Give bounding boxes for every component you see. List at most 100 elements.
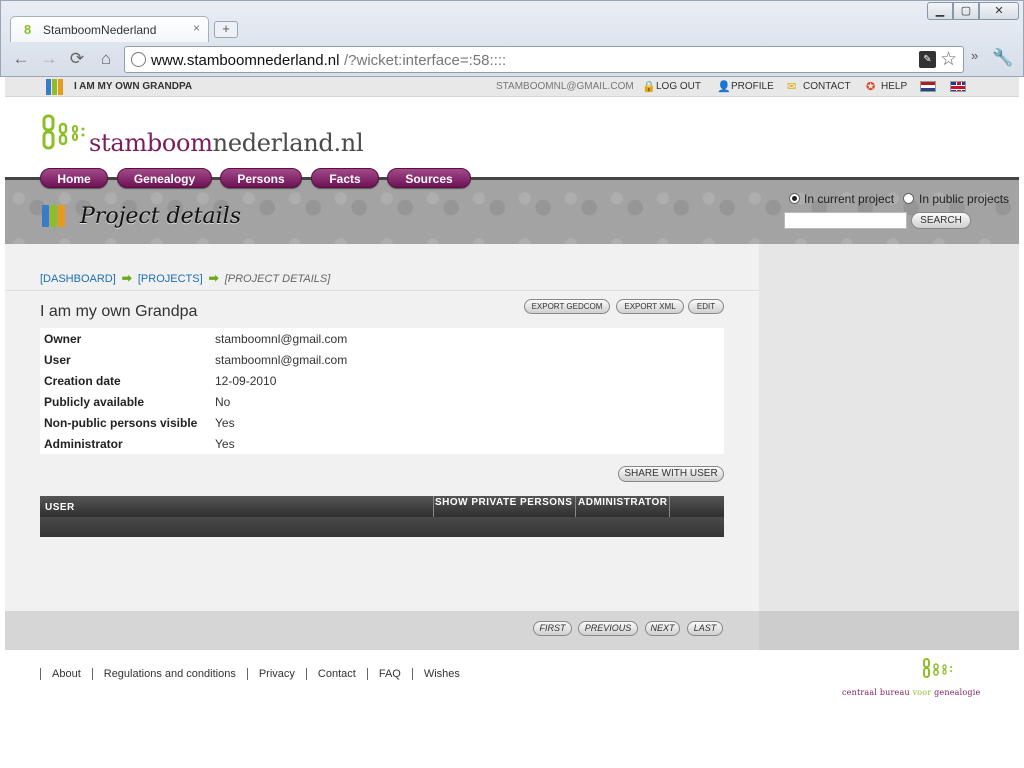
current-project-label[interactable]: I AM MY OWN GRANDPA — [74, 81, 192, 92]
footer-link-privacy[interactable]: Privacy — [246, 668, 306, 680]
edit-button[interactable]: EDIT — [688, 299, 724, 314]
window-minimize-button[interactable]: ▁ — [927, 2, 953, 20]
browser-tab[interactable]: 8 StamboomNederland × — [10, 16, 209, 42]
breadcrumb-projects[interactable]: [PROJECTS] — [138, 273, 203, 285]
footer-link-wishes[interactable]: Wishes — [411, 668, 471, 680]
table-row — [40, 517, 724, 537]
site-logo-text[interactable]: stamboomnederland.nl — [89, 129, 364, 157]
bookmark-star-icon[interactable]: ☆ — [940, 48, 957, 71]
nav-home[interactable]: Home — [40, 168, 108, 188]
users-table: USER SHOW PRIVATE PERSONS ADMINISTRATOR — [40, 496, 724, 537]
tab-close-icon[interactable]: × — [193, 21, 200, 35]
radio-current-project[interactable] — [789, 193, 800, 204]
dutch-flag-icon[interactable] — [920, 81, 936, 92]
pager-previous-button[interactable]: PREVIOUS — [578, 621, 638, 636]
reload-icon[interactable]: ⟳ — [67, 49, 87, 69]
pager-first-button[interactable]: FIRST — [533, 621, 572, 636]
detail-value: No — [215, 395, 231, 409]
browser-chrome: 8 StamboomNederland × + ▁ ▢ ✕ ← → ⟳ ⌂ ww… — [0, 0, 1024, 77]
detail-row: User stamboomnl@gmail.com — [40, 349, 724, 370]
footer-link-faq[interactable]: FAQ — [366, 668, 412, 680]
export-gedcom-button[interactable]: EXPORT GEDCOM — [524, 299, 610, 314]
profile-icon: 👤 — [717, 81, 731, 93]
detail-label: Non-public persons visible — [44, 416, 198, 430]
pager-last-button[interactable]: LAST — [687, 621, 723, 636]
detail-row: Creation date 12-09-2010 — [40, 370, 724, 391]
footer-link-contact[interactable]: Contact — [305, 668, 367, 680]
help-link[interactable]: HELP — [881, 81, 907, 92]
books-icon — [46, 79, 66, 95]
nav-facts[interactable]: Facts — [311, 168, 379, 188]
detail-row: Administrator Yes — [40, 433, 724, 454]
radio-public-projects[interactable] — [903, 193, 914, 204]
export-xml-button[interactable]: EXPORT XML — [616, 299, 684, 314]
search-input[interactable] — [784, 212, 907, 229]
user-email: STAMBOOMNL@GMAIL.COM — [496, 81, 634, 92]
cbg-logo-icon[interactable] — [922, 657, 962, 681]
project-title: I am my own Grandpa — [40, 303, 198, 320]
detail-row: Non-public persons visible Yes — [40, 412, 724, 433]
nav-sources[interactable]: Sources — [387, 168, 471, 188]
breadcrumb: [DASHBOARD] ➡ [PROJECTS] ➡ [PROJECT DETAILS] — [40, 271, 330, 285]
url-path: /?wicket:interface=:58:::: — [344, 52, 507, 69]
lock-icon: 🔒 — [642, 81, 656, 93]
pager-sidebar — [759, 611, 1019, 650]
col-user[interactable]: USER — [40, 496, 434, 517]
url-host: www.stamboomnederland.nl — [151, 52, 340, 69]
footer-links: About Regulations and conditions Privacy Co… — [40, 668, 471, 680]
search-button[interactable]: SEARCH — [911, 212, 971, 229]
cbg-text-part3: genealogie — [934, 688, 981, 697]
window-close-button[interactable]: ✕ — [979, 2, 1019, 20]
logo-text-part1: stamboom — [89, 129, 213, 157]
page-action-icon[interactable]: ✎ — [919, 51, 936, 68]
detail-label: User — [44, 353, 71, 367]
divider — [5, 290, 759, 291]
favicon-icon: 8 — [24, 22, 32, 37]
main-content: [DASHBOARD] ➡ [PROJECTS] ➡ [PROJECT DETAILS]… — [5, 244, 759, 611]
cbg-logo-text[interactable]: centraal bureau voor genealogie — [842, 688, 980, 697]
pager-next-button[interactable]: NEXT — [645, 621, 680, 636]
project-details-table: Owner stamboomnl@gmail.com User stamboom… — [40, 328, 724, 454]
arrow-right-icon: ➡ — [121, 271, 132, 285]
mail-icon: ✉ — [787, 81, 797, 93]
nav-persons[interactable]: Persons — [220, 168, 302, 188]
browser-toolbar: ← → ⟳ ⌂ www.stamboomnederland.nl /?wicke… — [1, 42, 1024, 76]
nav-genealogy[interactable]: Genealogy — [117, 168, 212, 188]
cbg-text-part1: centraal bureau — [842, 688, 910, 697]
footer-link-about[interactable]: About — [40, 668, 92, 680]
share-with-user-button[interactable]: SHARE WITH USER — [618, 466, 724, 482]
pager: FIRST PREVIOUS NEXT LAST — [5, 611, 759, 650]
detail-label: Creation date — [44, 374, 121, 388]
home-icon[interactable]: ⌂ — [96, 49, 116, 69]
col-actions — [670, 496, 724, 517]
detail-label: Owner — [44, 332, 82, 346]
books-icon — [42, 205, 70, 229]
address-bar[interactable]: www.stamboomnederland.nl /?wicket:interf… — [124, 46, 964, 73]
breadcrumb-dashboard[interactable]: [DASHBOARD] — [40, 273, 116, 285]
back-icon[interactable]: ← — [11, 49, 31, 69]
new-tab-button[interactable]: + — [214, 21, 238, 38]
breadcrumb-current: [PROJECT DETAILS] — [224, 273, 331, 285]
radio-public-label: In public projects — [919, 192, 1010, 206]
detail-value: stamboomnl@gmail.com — [215, 332, 348, 346]
contact-link[interactable]: CONTACT — [803, 81, 851, 92]
chevron-more-icon[interactable]: » — [971, 48, 978, 63]
logo-text-part2: nederland.nl — [212, 129, 364, 157]
detail-value: stamboomnl@gmail.com — [215, 353, 348, 367]
users-table-header: USER SHOW PRIVATE PERSONS ADMINISTRATOR — [40, 496, 724, 517]
col-show-private-persons[interactable]: SHOW PRIVATE PERSONS — [434, 496, 576, 517]
arrow-right-icon: ➡ — [208, 271, 219, 285]
globe-icon — [131, 52, 146, 67]
wrench-icon[interactable]: 🔧 — [992, 48, 1013, 68]
logout-link[interactable]: LOG OUT — [656, 81, 701, 92]
sidebar — [759, 244, 1019, 611]
window-maximize-button[interactable]: ▢ — [953, 2, 979, 20]
forward-icon[interactable]: → — [39, 49, 59, 69]
user-bar: I AM MY OWN GRANDPA STAMBOOMNL@GMAIL.COM… — [5, 77, 1019, 97]
footer-link-regulations[interactable]: Regulations and conditions — [91, 668, 247, 680]
profile-link[interactable]: PROFILE — [731, 81, 774, 92]
cbg-text-part2: voor — [912, 688, 932, 697]
detail-value: 12-09-2010 — [215, 374, 277, 388]
english-flag-icon[interactable] — [950, 81, 966, 92]
col-administrator[interactable]: ADMINISTRATOR — [576, 496, 670, 517]
